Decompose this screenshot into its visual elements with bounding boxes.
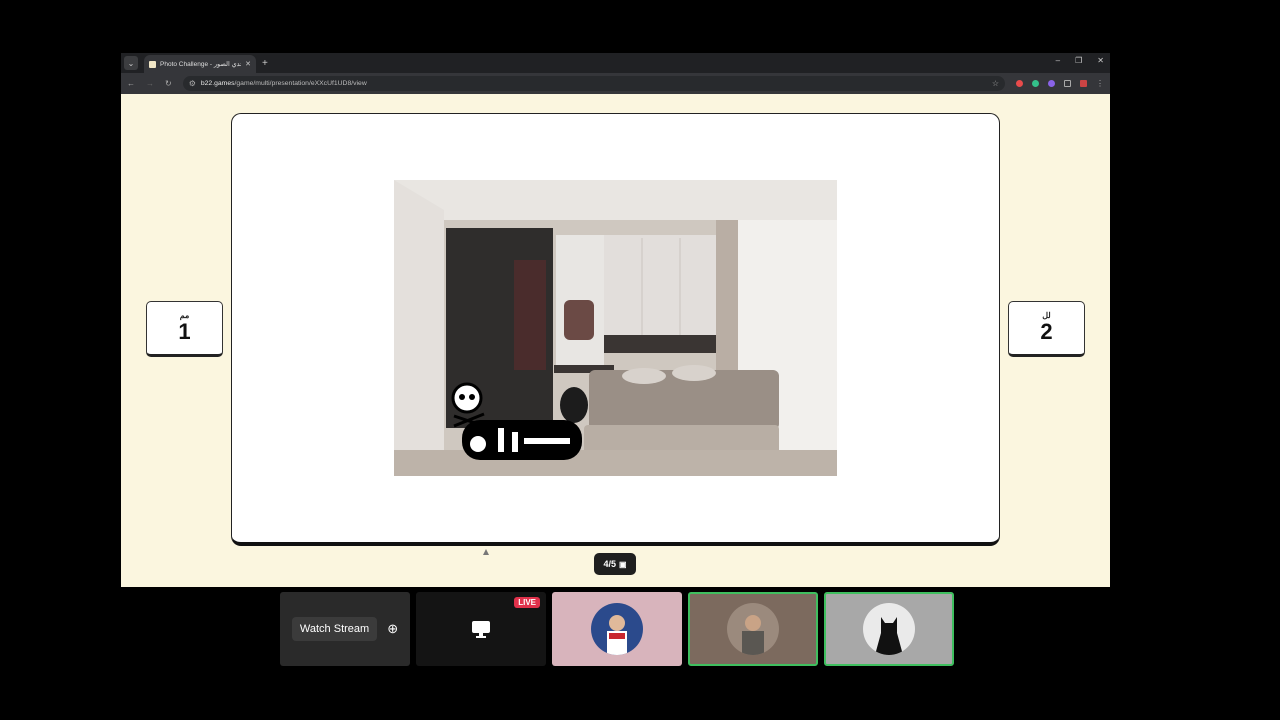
bedroom-illustration xyxy=(394,180,837,476)
url-text: b22.games/game/multi/presentation/eXXcUf… xyxy=(201,80,987,87)
forward-icon[interactable]: → xyxy=(146,79,154,88)
extension-purple-icon[interactable] xyxy=(1048,80,1055,87)
browser-tab[interactable]: Photo Challenge - تحدي الصور ✕ xyxy=(144,55,256,73)
player-points-right: 2 xyxy=(1040,319,1053,344)
back-icon[interactable]: ← xyxy=(127,79,135,88)
extensions-puzzle-icon[interactable] xyxy=(1064,80,1071,87)
add-view-icon[interactable]: ⊕ xyxy=(387,621,398,637)
tab-bar: ⌄ Photo Challenge - تحدي الصور ✕ + – ❐ ✕ xyxy=(121,53,1110,73)
new-tab-button[interactable]: + xyxy=(262,58,268,69)
participant-tiles: Watch Stream ⊕ LIVE xyxy=(280,592,954,666)
image-icon: ▣ xyxy=(618,559,627,569)
screen-share-tile[interactable]: LIVE xyxy=(416,592,546,666)
site-info-icon[interactable]: ⚙ xyxy=(189,79,196,88)
watch-stream-tile: Watch Stream ⊕ xyxy=(280,592,410,666)
url-path: /game/multi/presentation/eXXcUf1UD8/view xyxy=(234,80,367,87)
tab-title: Photo Challenge - تحدي الصور xyxy=(160,61,241,68)
url-domain: b22.games xyxy=(200,80,235,87)
mouse-cursor-icon xyxy=(483,549,489,555)
avatar xyxy=(727,603,779,655)
restore-icon[interactable]: ❐ xyxy=(1075,56,1082,65)
extensions-area: ⋮ xyxy=(1016,79,1104,88)
scribble-sticker-icon xyxy=(462,420,582,460)
tab-search-button[interactable]: ⌄ xyxy=(124,56,138,70)
minimize-icon[interactable]: – xyxy=(1056,56,1060,65)
browser-window: ⌄ Photo Challenge - تحدي الصور ✕ + – ❐ ✕… xyxy=(121,53,1110,587)
player-score-right: لل 2 xyxy=(1008,301,1085,357)
bookmark-star-icon[interactable]: ☆ xyxy=(992,79,999,88)
bedroom-photo xyxy=(394,180,837,476)
monitor-icon xyxy=(472,621,490,638)
extension-red-icon[interactable] xyxy=(1016,80,1023,87)
live-badge: LIVE xyxy=(514,597,540,608)
game-page: مم 1 لل 2 4/5 ▣ xyxy=(121,94,1110,587)
round-counter-text: 4/5 xyxy=(603,559,616,569)
url-field[interactable]: ⚙ b22.games/game/multi/presentation/eXXc… xyxy=(182,76,1005,91)
watch-stream-button[interactable]: Watch Stream xyxy=(291,617,378,641)
browser-menu-icon[interactable]: ⋮ xyxy=(1096,79,1104,88)
extension-green-icon[interactable] xyxy=(1032,80,1039,87)
favicon-icon xyxy=(149,60,156,68)
participant-tile-2[interactable] xyxy=(688,592,818,666)
window-controls: – ❐ ✕ xyxy=(1056,56,1104,65)
avatar xyxy=(863,603,915,655)
participant-tile-1[interactable] xyxy=(552,592,682,666)
round-counter: 4/5 ▣ xyxy=(594,553,636,575)
photo-stage xyxy=(231,113,1000,546)
close-window-icon[interactable]: ✕ xyxy=(1097,56,1104,65)
reload-icon[interactable]: ↻ xyxy=(165,79,172,88)
avatar xyxy=(591,603,643,655)
participant-tile-3[interactable] xyxy=(824,592,954,666)
player-score-left: مم 1 xyxy=(146,301,223,357)
player-points-left: 1 xyxy=(178,319,191,344)
profile-icon[interactable] xyxy=(1080,80,1087,87)
address-bar: ← → ↻ ⚙ b22.games/game/multi/presentatio… xyxy=(121,73,1110,94)
close-tab-icon[interactable]: ✕ xyxy=(245,60,251,68)
